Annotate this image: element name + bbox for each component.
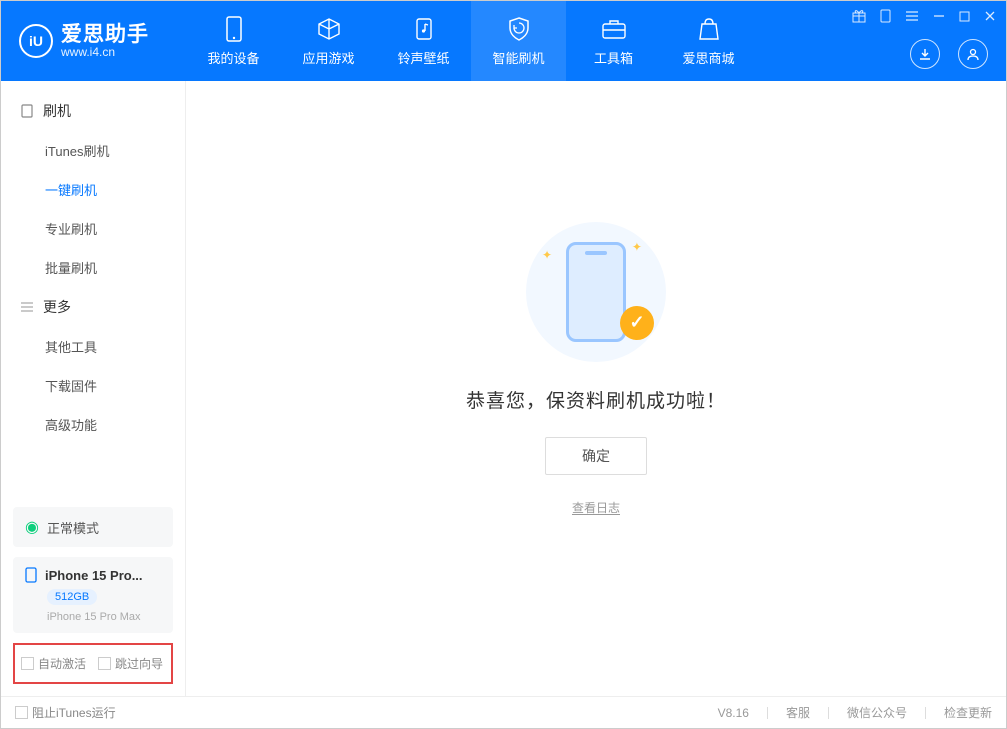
phone-illustration-icon xyxy=(566,242,626,342)
nav-store[interactable]: 爱思商城 xyxy=(661,1,756,81)
device-name: iPhone 15 Pro... xyxy=(45,568,143,583)
checkbox-label: 阻止iTunes运行 xyxy=(32,704,116,721)
footer-link-update[interactable]: 检查更新 xyxy=(944,704,992,721)
gift-icon[interactable] xyxy=(852,9,866,23)
nav-my-device[interactable]: 我的设备 xyxy=(186,1,281,81)
device-phone-icon xyxy=(25,567,37,583)
nav-label: 铃声壁纸 xyxy=(397,48,449,67)
separator xyxy=(925,707,926,719)
download-button[interactable] xyxy=(910,39,940,69)
nav-apps-games[interactable]: 应用游戏 xyxy=(281,1,376,81)
sidebar-group-more[interactable]: 更多 xyxy=(1,287,185,327)
success-illustration: ✦ ✦ ✓ xyxy=(526,222,666,362)
status-card[interactable]: ◉ 正常模式 xyxy=(13,507,173,547)
nav-label: 我的设备 xyxy=(207,48,259,67)
note-icon xyxy=(411,16,437,42)
nav-tabs: 我的设备 应用游戏 铃声壁纸 智能刷机 工具箱 爱思商城 xyxy=(186,1,756,81)
ok-button[interactable]: 确定 xyxy=(545,437,647,475)
sidebar-item-other-tools[interactable]: 其他工具 xyxy=(1,327,185,366)
menu-lines-icon xyxy=(19,300,35,314)
device-card[interactable]: iPhone 15 Pro... 512GB iPhone 15 Pro Max xyxy=(13,557,173,633)
storage-badge: 512GB xyxy=(47,589,97,605)
separator xyxy=(828,707,829,719)
group-label: 刷机 xyxy=(43,101,71,121)
group-label: 更多 xyxy=(43,297,71,317)
separator xyxy=(767,707,768,719)
minimize-icon[interactable] xyxy=(933,10,945,22)
nav-ringtones[interactable]: 铃声壁纸 xyxy=(376,1,471,81)
logo-icon: iU xyxy=(19,24,53,58)
sidebar-item-advanced[interactable]: 高级功能 xyxy=(1,405,185,444)
phone-icon xyxy=(221,16,247,42)
device-icon xyxy=(19,104,35,118)
sidebar-item-oneclick-flash[interactable]: 一键刷机 xyxy=(1,170,185,209)
view-log-link[interactable]: 查看日志 xyxy=(572,499,620,516)
window-controls xyxy=(852,9,996,23)
nav-toolbox[interactable]: 工具箱 xyxy=(566,1,661,81)
sparkle-icon: ✦ xyxy=(632,240,642,254)
shield-icon xyxy=(506,16,532,42)
checkbox-label: 自动激活 xyxy=(38,655,86,672)
sidebar: 刷机 iTunes刷机 一键刷机 专业刷机 批量刷机 更多 其他工具 下载固件 … xyxy=(1,81,186,696)
toolbox-icon xyxy=(601,16,627,42)
checkbox-auto-activate[interactable]: 自动激活 xyxy=(21,655,86,672)
nav-smart-flash[interactable]: 智能刷机 xyxy=(471,1,566,81)
check-badge-icon: ✓ xyxy=(620,306,654,340)
logo-area: iU 爱思助手 www.i4.cn xyxy=(1,23,186,59)
device-full-name: iPhone 15 Pro Max xyxy=(47,611,161,623)
sidebar-item-download-firmware[interactable]: 下载固件 xyxy=(1,366,185,405)
checkbox-label: 跳过向导 xyxy=(115,655,163,672)
nav-label: 工具箱 xyxy=(594,48,633,67)
checkbox-icon xyxy=(15,706,28,719)
main-content: ✦ ✦ ✓ 恭喜您，保资料刷机成功啦！ 确定 查看日志 xyxy=(186,81,1006,696)
sidebar-item-itunes-flash[interactable]: iTunes刷机 xyxy=(1,131,185,170)
mobile-icon[interactable] xyxy=(880,9,891,23)
checkbox-icon xyxy=(98,657,111,670)
maximize-icon[interactable] xyxy=(959,11,970,22)
success-message: 恭喜您，保资料刷机成功啦！ xyxy=(466,386,726,413)
checkbox-icon xyxy=(21,657,34,670)
checkbox-highlight-box: 自动激活 跳过向导 xyxy=(13,643,173,684)
footer-link-support[interactable]: 客服 xyxy=(786,704,810,721)
status-dot-icon: ◉ xyxy=(25,517,39,537)
app-site: www.i4.cn xyxy=(61,46,149,59)
footer-link-wechat[interactable]: 微信公众号 xyxy=(847,704,907,721)
nav-label: 智能刷机 xyxy=(492,48,544,67)
status-label: 正常模式 xyxy=(47,518,99,537)
nav-label: 爱思商城 xyxy=(682,48,734,67)
svg-text:iU: iU xyxy=(29,33,43,49)
cube-icon xyxy=(316,16,342,42)
nav-label: 应用游戏 xyxy=(302,48,354,67)
close-icon[interactable] xyxy=(984,10,996,22)
bag-icon xyxy=(696,16,722,42)
sidebar-group-flash[interactable]: 刷机 xyxy=(1,91,185,131)
sidebar-item-batch-flash[interactable]: 批量刷机 xyxy=(1,248,185,287)
checkbox-block-itunes[interactable]: 阻止iTunes运行 xyxy=(15,704,116,721)
app-name: 爱思助手 xyxy=(61,23,149,46)
user-button[interactable] xyxy=(958,39,988,69)
checkbox-skip-wizard[interactable]: 跳过向导 xyxy=(98,655,163,672)
footer: 阻止iTunes运行 V8.16 客服 微信公众号 检查更新 xyxy=(1,696,1006,728)
menu-icon[interactable] xyxy=(905,10,919,22)
version-text: V8.16 xyxy=(718,706,749,720)
sidebar-item-pro-flash[interactable]: 专业刷机 xyxy=(1,209,185,248)
app-header: iU 爱思助手 www.i4.cn 我的设备 应用游戏 铃声壁纸 xyxy=(1,1,1006,81)
sparkle-icon: ✦ xyxy=(542,248,552,262)
